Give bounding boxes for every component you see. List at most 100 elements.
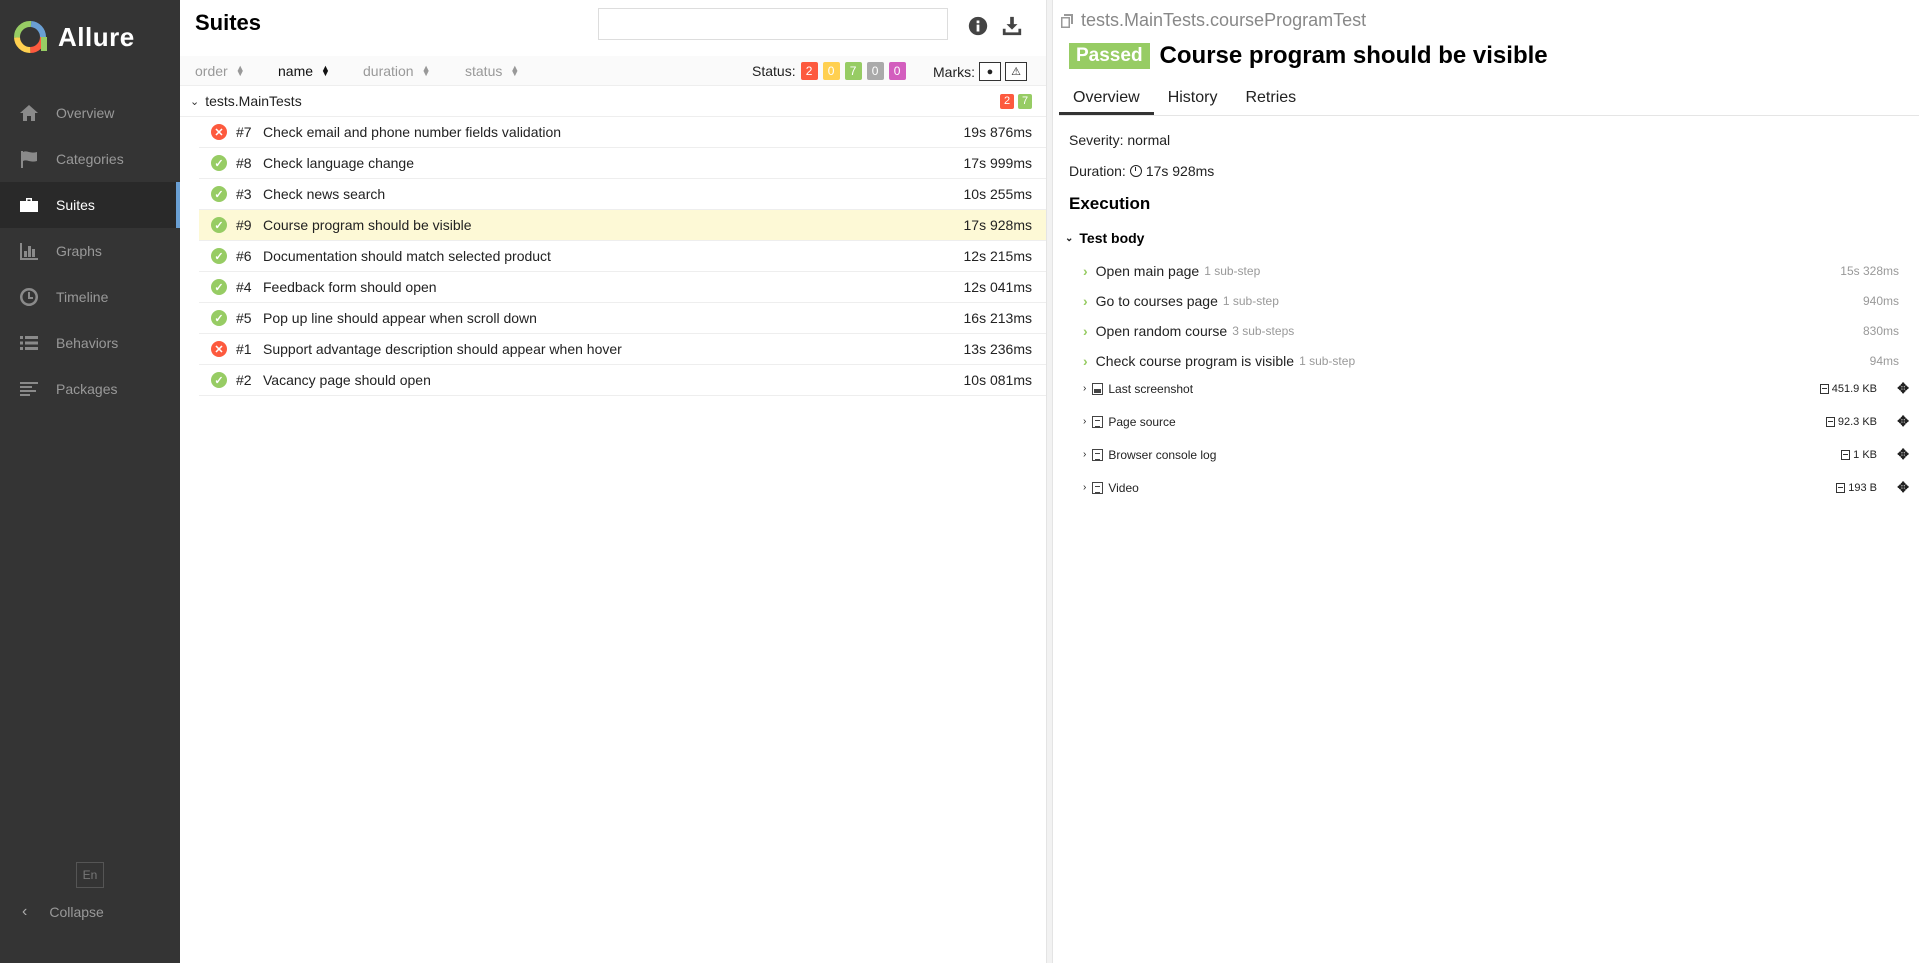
attachment-size[interactable]: 451.9 KB bbox=[1819, 382, 1877, 395]
sidebar-item-behaviors[interactable]: Behaviors bbox=[0, 320, 180, 366]
status-badge-skipped[interactable]: 0 bbox=[866, 62, 884, 80]
test-number: #1 bbox=[236, 341, 252, 357]
sidebar-item-overview[interactable]: Overview bbox=[0, 90, 180, 136]
briefcase-icon bbox=[18, 194, 40, 216]
attachment-size[interactable]: 1 KB bbox=[1841, 449, 1877, 461]
sidebar-item-timeline[interactable]: Timeline bbox=[0, 274, 180, 320]
status-badge-failed[interactable]: 2 bbox=[800, 62, 818, 80]
suite-group[interactable]: ⌄ tests.MainTests 2 7 bbox=[180, 86, 1046, 117]
table-row[interactable]: ✓ #5 Pop up line should appear when scro… bbox=[199, 303, 1046, 334]
full-name-text: tests.MainTests.courseProgramTest bbox=[1081, 10, 1367, 30]
suite-group-name: tests.MainTests bbox=[205, 93, 302, 109]
attachment-row[interactable]: › Last screenshot 451.9 KB ✥ bbox=[1083, 372, 1919, 405]
table-row[interactable]: ✓ #8 Check language change 17s 999ms bbox=[199, 148, 1046, 179]
table-row[interactable]: ✓ #2 Vacancy page should open 10s 081ms bbox=[199, 365, 1046, 396]
suites-pane: Suites order ▲ ▼ name ▲ ▼ duration ▲ ▼ stat… bbox=[180, 0, 1046, 963]
sort-status[interactable]: status ▲ ▼ bbox=[465, 63, 519, 79]
test-number: #7 bbox=[236, 124, 252, 140]
table-row[interactable]: ✕ #7 Check email and phone number fields… bbox=[199, 117, 1046, 148]
status-badge-broken[interactable]: 0 bbox=[822, 62, 840, 80]
collapse-button[interactable]: ‹ Collapse bbox=[0, 900, 104, 924]
test-duration: 10s 081ms bbox=[963, 372, 1032, 388]
test-name: Vacancy page should open bbox=[263, 372, 431, 388]
step-row[interactable]: › Open main page 1 sub-step 15s 328ms bbox=[1083, 256, 1911, 286]
sidebar-item-label: Suites bbox=[56, 197, 95, 213]
attachment-row[interactable]: › Video 193 B ✥ bbox=[1083, 471, 1919, 504]
sort-arrows-icon: ▲ ▼ bbox=[510, 63, 520, 78]
table-row-selected[interactable]: ✓ #9 Course program should be visible 17… bbox=[199, 210, 1046, 241]
test-duration: 19s 876ms bbox=[963, 124, 1032, 140]
attachment-row[interactable]: › Page source 92.3 KB ✥ bbox=[1083, 405, 1919, 438]
warning-icon[interactable]: ⚠ bbox=[1005, 62, 1027, 81]
tab-history[interactable]: History bbox=[1154, 84, 1232, 115]
pane-splitter[interactable] bbox=[1046, 0, 1053, 963]
failed-status-icon: ✕ bbox=[211, 341, 227, 357]
sidebar-item-categories[interactable]: Categories bbox=[0, 136, 180, 182]
sort-duration[interactable]: duration ▲ ▼ bbox=[363, 63, 431, 79]
clock-icon bbox=[1129, 165, 1142, 177]
expand-icon[interactable]: ✥ bbox=[1897, 380, 1909, 397]
sidebar-item-label: Overview bbox=[56, 105, 115, 121]
severity: Severity: normal bbox=[1069, 132, 1171, 148]
sidebar-item-label: Timeline bbox=[56, 289, 109, 305]
brand[interactable]: Allure bbox=[0, 0, 180, 74]
attachment-row[interactable]: › Browser console log 1 KB ✥ bbox=[1083, 438, 1919, 471]
sidebar-item-graphs[interactable]: Graphs bbox=[0, 228, 180, 274]
step-row[interactable]: › Open random course 3 sub-steps 830ms bbox=[1083, 316, 1911, 346]
table-row[interactable]: ✓ #6 Documentation should match selected… bbox=[199, 241, 1046, 272]
test-body-toggle[interactable]: ⌄ Test body bbox=[1065, 230, 1144, 246]
marks-filter: Marks: ● ⚠ bbox=[933, 62, 1027, 81]
attachments-list: › Last screenshot 451.9 KB ✥ › Page sour… bbox=[1083, 372, 1919, 504]
attachment-name: Last screenshot bbox=[1108, 381, 1194, 396]
table-row[interactable]: ✓ #3 Check news search 10s 255ms bbox=[199, 179, 1046, 210]
test-full-name: tests.MainTests.courseProgramTest bbox=[1059, 10, 1366, 31]
attachment-size[interactable]: 193 B bbox=[1836, 482, 1877, 494]
test-detail-pane: tests.MainTests.courseProgramTest Passed… bbox=[1053, 0, 1919, 963]
status-filter: Status: 2 0 7 0 0 bbox=[752, 62, 906, 80]
expand-icon[interactable]: ✥ bbox=[1897, 413, 1909, 430]
duration-label: Duration: bbox=[1069, 163, 1126, 179]
test-name: Documentation should match selected prod… bbox=[263, 248, 551, 264]
step-substeps: 3 sub-steps bbox=[1232, 324, 1295, 338]
expand-icon[interactable]: ✥ bbox=[1897, 479, 1909, 496]
step-name: Check course program is visible bbox=[1095, 353, 1295, 369]
test-duration: 12s 215ms bbox=[963, 248, 1032, 264]
sort-arrows-icon: ▲ ▼ bbox=[321, 63, 330, 78]
execution-title: Execution bbox=[1069, 194, 1151, 213]
search-input[interactable] bbox=[598, 8, 948, 40]
tab-overview[interactable]: Overview bbox=[1059, 84, 1154, 115]
tab-retries[interactable]: Retries bbox=[1231, 84, 1310, 115]
flaky-bomb-icon[interactable]: ● bbox=[979, 62, 1001, 81]
sidebar-item-packages[interactable]: Packages bbox=[0, 366, 180, 412]
attachment-size-text: 193 B bbox=[1848, 481, 1877, 494]
status-badge-unknown[interactable]: 0 bbox=[888, 62, 906, 80]
language-button[interactable]: En bbox=[76, 862, 104, 888]
test-name: Support advantage description should app… bbox=[263, 341, 622, 357]
sort-status-label: status bbox=[465, 63, 503, 79]
status-badge-passed[interactable]: 7 bbox=[844, 62, 862, 80]
sidebar-item-label: Behaviors bbox=[56, 335, 119, 351]
passed-status-icon: ✓ bbox=[211, 248, 227, 264]
copy-icon[interactable] bbox=[1059, 13, 1075, 29]
sort-order[interactable]: order ▲ ▼ bbox=[195, 63, 245, 79]
passed-status-icon: ✓ bbox=[211, 217, 227, 233]
step-row[interactable]: › Go to courses page 1 sub-step 940ms bbox=[1083, 286, 1911, 316]
step-duration: 15s 328ms bbox=[1840, 264, 1899, 278]
chevron-right-icon: › bbox=[1083, 353, 1088, 369]
bar-chart-icon bbox=[18, 240, 40, 262]
sidebar-item-label: Packages bbox=[56, 381, 118, 397]
download-icon[interactable] bbox=[1000, 14, 1024, 38]
table-row[interactable]: ✓ #4 Feedback form should open 12s 041ms bbox=[199, 272, 1046, 303]
expand-icon[interactable]: ✥ bbox=[1897, 446, 1909, 463]
marks-label: Marks: bbox=[933, 63, 975, 80]
table-row[interactable]: ✕ #1 Support advantage description shoul… bbox=[199, 334, 1046, 365]
attachment-size-text: 451.9 KB bbox=[1831, 382, 1877, 395]
passed-status-icon: ✓ bbox=[211, 310, 227, 326]
sort-order-label: order bbox=[195, 63, 228, 79]
sidebar: Allure Overview Categories Suites Graphs… bbox=[0, 0, 180, 963]
sort-name[interactable]: name ▲ ▼ bbox=[278, 63, 330, 79]
info-icon[interactable] bbox=[966, 14, 990, 38]
sidebar-item-suites[interactable]: Suites bbox=[0, 182, 180, 228]
detail-tabs: Overview History Retries bbox=[1059, 84, 1919, 116]
attachment-size[interactable]: 92.3 KB bbox=[1825, 416, 1877, 428]
